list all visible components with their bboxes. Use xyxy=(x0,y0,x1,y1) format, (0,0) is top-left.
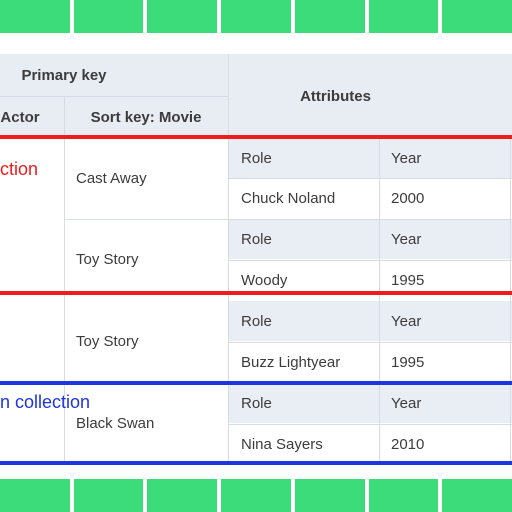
sort-key-cell: Toy Story xyxy=(64,301,228,381)
attr-label-year: Year xyxy=(379,138,512,178)
primary-key-header: Primary key xyxy=(0,54,228,96)
attr-label-role: Role xyxy=(229,383,379,423)
grid-line xyxy=(379,138,380,464)
sort-key-cell: Cast Away xyxy=(64,138,228,218)
item-collection-border-top xyxy=(0,381,512,385)
grid-line xyxy=(229,424,512,425)
grid-line xyxy=(0,96,228,97)
item-collection-border-top xyxy=(0,135,512,139)
top-decorative-stripe xyxy=(0,0,512,33)
attr-label-year: Year xyxy=(379,219,512,259)
attr-label-year: Year xyxy=(379,383,512,423)
grid-line xyxy=(229,178,512,179)
grid-line xyxy=(228,54,229,464)
bottom-decorative-stripe xyxy=(0,479,512,512)
sort-key-cell: Toy Story xyxy=(64,219,228,299)
item-collection-border-bottom xyxy=(0,461,512,465)
partition-key-header: Actor xyxy=(0,96,64,138)
attr-value-year: 2010 xyxy=(379,424,512,464)
attr-label-role: Role xyxy=(229,138,379,178)
grid-line xyxy=(229,342,512,343)
item-collection-label: ction xyxy=(0,159,39,179)
grid-line xyxy=(510,138,511,464)
attr-value-role: Chuck Noland xyxy=(229,178,379,218)
attr-value-role: Buzz Lightyear xyxy=(229,342,379,382)
item-collection-label: n collection xyxy=(0,392,91,412)
attr-value-year: 1995 xyxy=(379,342,512,382)
attr-value-role: Nina Sayers xyxy=(229,424,379,464)
grid-line xyxy=(229,260,512,261)
sort-key-header: Sort key: Movie xyxy=(64,96,228,138)
item-collection-border-bottom xyxy=(0,291,512,295)
grid-line xyxy=(64,219,512,220)
attr-label-role: Role xyxy=(229,301,379,341)
attr-label-role: Role xyxy=(229,219,379,259)
attr-value-year: 2000 xyxy=(379,178,512,218)
attributes-header: Attributes xyxy=(229,54,512,138)
attr-label-year: Year xyxy=(379,301,512,341)
